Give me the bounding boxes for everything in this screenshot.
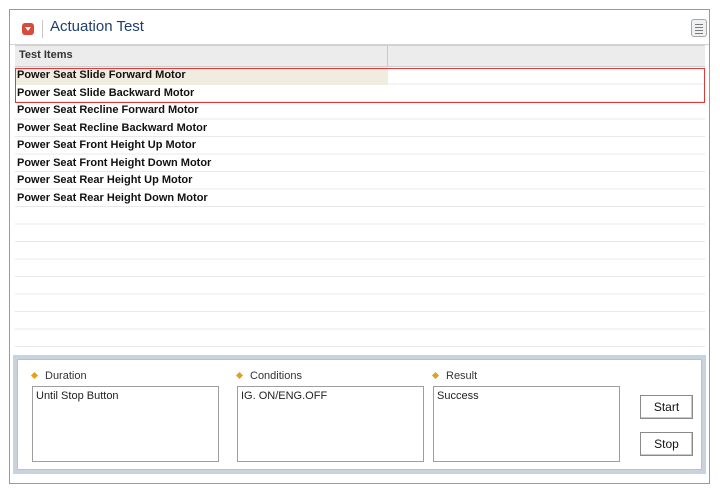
test-items-list[interactable]: Power Seat Slide Forward Motor Power Sea… (15, 67, 705, 347)
list-item-label: Power Seat Front Height Down Motor (17, 156, 212, 169)
list-item[interactable]: Power Seat Rear Height Up Motor (15, 172, 705, 190)
result-field: Success (433, 386, 620, 462)
collapse-arrow-icon[interactable] (22, 23, 34, 35)
list-item-label: Power Seat Slide Forward Motor (17, 69, 186, 81)
list-item-label: Power Seat Front Height Up Motor (17, 139, 197, 151)
actuation-test-window: Actuation Test Test Items Power Seat Sli… (9, 9, 710, 484)
duration-field: Until Stop Button (32, 386, 219, 462)
diamond-bullet-icon (235, 371, 244, 380)
list-item[interactable]: Power Seat Front Height Down Motor (15, 155, 705, 173)
window-title: Actuation Test (50, 18, 144, 35)
title-divider (42, 20, 43, 38)
list-menu-icon[interactable] (691, 19, 707, 37)
details-panel-inner: Duration Until Stop Button Conditions IG… (17, 359, 702, 470)
list-item-label: Power Seat Slide Backward Motor (17, 86, 195, 99)
column-header-test-items[interactable]: Test Items (19, 49, 73, 61)
conditions-field: IG. ON/ENG.OFF (237, 386, 424, 462)
list-item[interactable]: Power Seat Slide Forward Motor (15, 67, 705, 85)
list-item[interactable]: Power Seat Recline Forward Motor (15, 102, 705, 120)
result-label-text: Result (446, 370, 478, 382)
list-item[interactable]: Power Seat Rear Height Down Motor (15, 190, 705, 208)
list-item[interactable]: Power Seat Front Height Up Motor (15, 137, 705, 155)
result-label: Result (431, 370, 478, 382)
conditions-label: Conditions (235, 370, 302, 382)
diamond-bullet-icon (30, 371, 39, 380)
start-button[interactable]: Start (640, 395, 693, 419)
column-divider[interactable] (387, 46, 388, 66)
list-header: Test Items (15, 45, 705, 67)
title-bar: Actuation Test (10, 10, 709, 45)
list-item-label: Power Seat Recline Forward Motor (17, 104, 199, 116)
list-item-label: Power Seat Rear Height Up Motor (17, 174, 193, 186)
list-item-label: Power Seat Recline Backward Motor (17, 121, 208, 134)
diamond-bullet-icon (431, 371, 440, 380)
duration-label-text: Duration (45, 370, 87, 382)
list-item[interactable]: Power Seat Slide Backward Motor (15, 85, 705, 103)
details-panel: Duration Until Stop Button Conditions IG… (13, 355, 706, 474)
list-item[interactable]: Power Seat Recline Backward Motor (15, 120, 705, 138)
duration-label: Duration (30, 370, 87, 382)
conditions-label-text: Conditions (250, 370, 302, 382)
list-item-label: Power Seat Rear Height Down Motor (17, 191, 208, 204)
stop-button[interactable]: Stop (640, 432, 693, 456)
